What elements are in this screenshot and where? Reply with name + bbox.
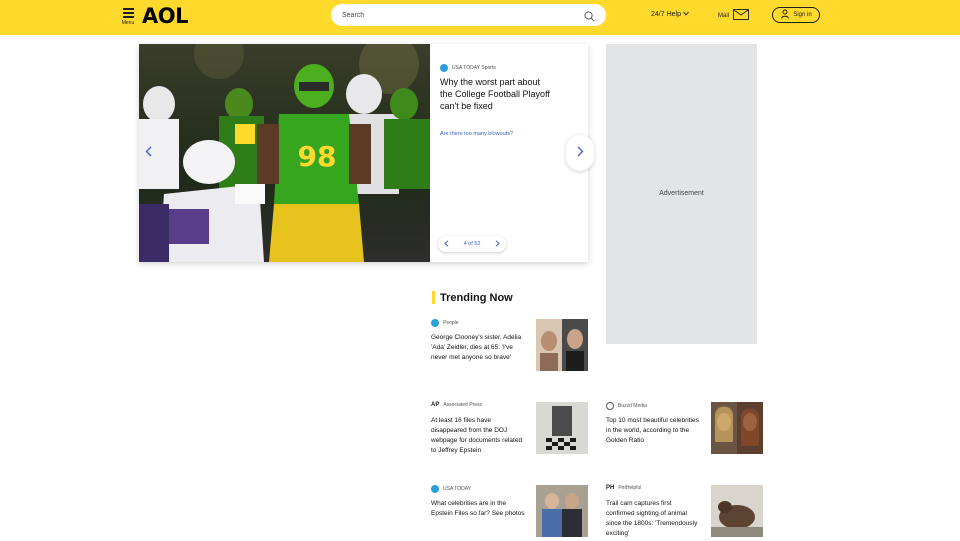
search-input[interactable] <box>342 9 572 21</box>
chevron-down-icon <box>683 11 689 18</box>
trending-heading: Trending Now <box>432 291 513 304</box>
search-icon[interactable] <box>584 9 595 27</box>
card-title[interactable]: Trail cam captures first confirmed sight… <box>606 499 701 539</box>
card-thumbnail[interactable] <box>536 402 588 454</box>
help-label: 24/7 Help <box>651 11 681 18</box>
card-source: USA TODAY <box>431 485 471 493</box>
hero-source-name: USA TODAY Sports <box>452 65 496 71</box>
card-source-name: PetHelpful <box>618 485 642 491</box>
mail-label: Mail <box>718 12 730 19</box>
carousel-prev-button[interactable] <box>141 143 155 163</box>
trending-card[interactable]: People George Clooney's sister, Adelia '… <box>431 319 588 375</box>
people-logo-icon <box>431 319 439 327</box>
carousel-pager: 4 of 52 <box>438 236 506 252</box>
card-title[interactable]: Top 10 most beautiful celebrities in the… <box>606 416 701 446</box>
card-source-name: Buzzd Media <box>618 403 647 409</box>
card-thumbnail[interactable] <box>536 485 588 537</box>
menu-label: Menu <box>121 20 135 26</box>
search-box <box>331 4 606 26</box>
hamburger-icon <box>121 8 135 18</box>
hero-carousel: 98 USA TODAY Sports Why the worst part a… <box>139 44 588 262</box>
hero-source: USA TODAY Sports <box>440 64 496 72</box>
user-icon <box>780 9 790 21</box>
card-source: Buzzd Media <box>606 402 647 410</box>
card-source-name: People <box>443 320 459 326</box>
pager-prev-icon[interactable] <box>444 239 449 249</box>
card-title[interactable]: At least 16 files have disappeared from … <box>431 416 526 456</box>
pager-count: 4 of 52 <box>463 241 481 247</box>
top-bar: Menu AOL 24/7 Help Mail Sign in <box>0 0 960 35</box>
buzzd-media-logo-icon <box>606 402 614 410</box>
hero-image[interactable]: 98 <box>139 44 430 262</box>
usa-today-logo-icon <box>431 485 439 493</box>
trending-title: Trending Now <box>440 291 513 304</box>
card-title[interactable]: George Clooney's sister, Adelia 'Ada' Ze… <box>431 333 526 363</box>
card-source-name: Associated Press <box>443 402 482 408</box>
help-menu[interactable]: 24/7 Help <box>651 11 689 18</box>
hero-title[interactable]: Why the worst part about the College Foo… <box>440 76 550 112</box>
hero-link[interactable]: Are there too many blowouts? <box>440 131 513 137</box>
jersey-number: 98 <box>298 140 337 173</box>
card-thumbnail[interactable] <box>711 402 763 454</box>
ap-logo-icon: AP <box>431 402 440 408</box>
hero-story[interactable]: USA TODAY Sports Why the worst part abou… <box>430 44 588 262</box>
card-source-name: USA TODAY <box>443 486 472 492</box>
aol-logo[interactable]: AOL <box>142 4 189 28</box>
usa-today-sports-logo-icon <box>440 64 448 72</box>
menu-button[interactable]: Menu <box>121 6 135 26</box>
carousel-next-button[interactable] <box>566 135 594 171</box>
chevron-right-icon <box>577 146 584 160</box>
card-thumbnail[interactable] <box>711 485 763 537</box>
card-source: PH PetHelpful <box>606 485 641 491</box>
pethelpful-logo-icon: PH <box>606 485 615 491</box>
chevron-left-icon <box>145 146 152 160</box>
advertisement-label: Advertisement <box>659 190 704 197</box>
mail-link[interactable]: Mail <box>718 9 749 22</box>
card-source: AP Associated Press <box>431 402 482 408</box>
trending-card[interactable]: AP Associated Press At least 16 files ha… <box>431 402 588 458</box>
card-source: People <box>431 319 459 327</box>
advertisement[interactable]: Advertisement <box>606 44 757 344</box>
trending-card[interactable]: PH PetHelpful Trail cam captures first c… <box>606 485 763 541</box>
card-title[interactable]: What celebrities are in the Epstein File… <box>431 499 526 519</box>
trending-card[interactable]: Buzzd Media Top 10 most beautiful celebr… <box>606 402 763 458</box>
pager-next-icon[interactable] <box>495 239 500 249</box>
trending-card[interactable]: USA TODAY What celebrities are in the Ep… <box>431 485 588 541</box>
envelope-icon <box>733 9 749 22</box>
heading-accent-bar <box>432 291 435 304</box>
card-thumbnail[interactable] <box>536 319 588 371</box>
sign-in-button[interactable]: Sign in <box>772 7 820 23</box>
sign-in-label: Sign in <box>793 12 812 18</box>
